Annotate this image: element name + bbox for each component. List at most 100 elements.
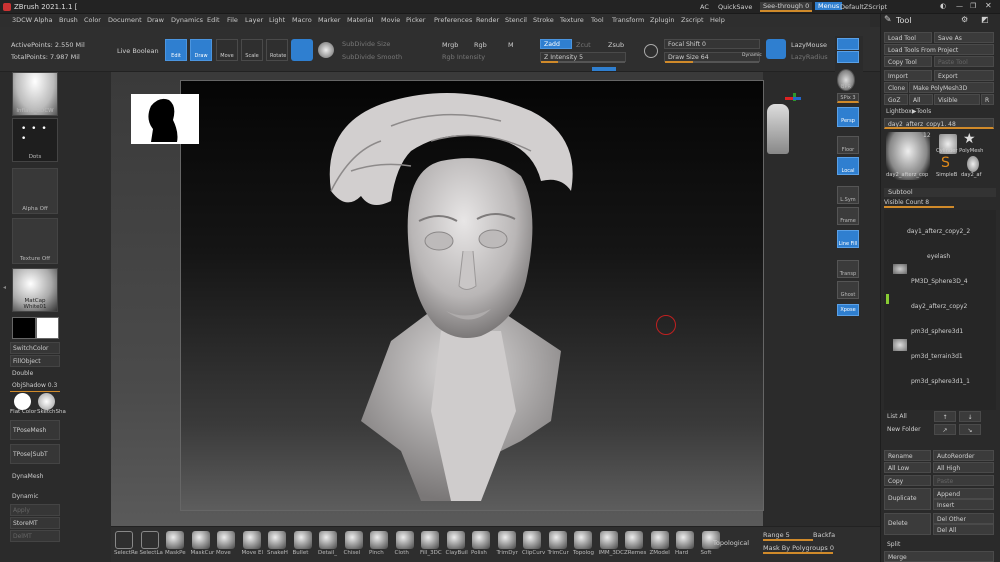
copy-tool-button[interactable]: Copy Tool bbox=[884, 56, 932, 67]
actual-button[interactable] bbox=[837, 38, 859, 50]
brush-thumbnail[interactable]: Inflate_3DCW bbox=[12, 72, 58, 116]
objshadow-slider[interactable]: ObjShadow 0.3 bbox=[10, 380, 60, 392]
menu-document[interactable]: Document bbox=[108, 16, 142, 24]
subtool-item-1[interactable]: eyelash bbox=[927, 253, 950, 260]
document-canvas[interactable] bbox=[180, 80, 764, 511]
move-up-icon[interactable]: ↑ bbox=[934, 411, 956, 422]
brush-icon-6[interactable] bbox=[268, 531, 286, 549]
brush-icon-8[interactable] bbox=[319, 531, 337, 549]
menu-transform[interactable]: Transform bbox=[612, 16, 644, 24]
menu-material[interactable]: Material bbox=[347, 16, 373, 24]
brush-icon-4[interactable] bbox=[217, 531, 235, 549]
zsub-button[interactable]: Zsub bbox=[608, 41, 624, 49]
menu-zplugin[interactable]: Zplugin bbox=[650, 16, 675, 24]
import-button[interactable]: Import bbox=[884, 70, 932, 81]
brush-icon-19[interactable] bbox=[599, 531, 618, 549]
gizmo-icon[interactable] bbox=[291, 39, 313, 61]
subtool-item-5[interactable]: pm3d_terrain3d1 bbox=[911, 353, 963, 360]
all-low-button[interactable]: All Low bbox=[884, 462, 931, 473]
mask-by-polygroups-slider[interactable]: Mask By Polygroups 0 bbox=[763, 544, 834, 554]
menu-dynamics[interactable]: Dynamics bbox=[171, 16, 203, 24]
lsym-button[interactable]: L.Sym bbox=[837, 186, 859, 204]
menu-edit[interactable]: Edit bbox=[207, 16, 220, 24]
menu-stroke[interactable]: Stroke bbox=[533, 16, 554, 24]
paste-button[interactable]: Paste bbox=[933, 475, 994, 486]
quicksave-button[interactable]: QuickSave bbox=[718, 3, 752, 11]
axis-gizmo-icon[interactable] bbox=[785, 93, 801, 105]
persp-button[interactable]: Persp bbox=[837, 107, 859, 127]
live-boolean-button[interactable]: Live Boolean bbox=[117, 47, 159, 55]
tpose-mesh-button[interactable]: TPoseMesh bbox=[10, 420, 60, 440]
menu-picker[interactable]: Picker bbox=[406, 16, 425, 24]
spix-slider[interactable]: SPix 3 bbox=[837, 93, 859, 103]
apply-button[interactable]: Apply bbox=[10, 504, 60, 516]
delete-button[interactable]: Delete bbox=[884, 513, 931, 535]
menu-movie[interactable]: Movie bbox=[381, 16, 400, 24]
make-polymesh-button[interactable]: Make PolyMesh3D bbox=[909, 82, 994, 93]
delmt-button[interactable]: DelMT bbox=[10, 530, 60, 542]
tpose-subt-button[interactable]: TPose|SubT bbox=[10, 444, 60, 464]
brush-icon-15[interactable] bbox=[497, 531, 516, 549]
all-button[interactable]: All bbox=[909, 94, 933, 105]
close-icon[interactable]: ✕ bbox=[985, 1, 992, 10]
menu-stencil[interactable]: Stencil bbox=[505, 16, 527, 24]
menu-marker[interactable]: Marker bbox=[318, 16, 340, 24]
left-collapse-arrow-icon[interactable]: ◂ bbox=[3, 284, 6, 291]
focal-shift-slider[interactable]: Focal Shift 0 bbox=[664, 39, 760, 49]
move-mode-button[interactable]: Move bbox=[216, 39, 238, 61]
local-button[interactable]: Local bbox=[837, 157, 859, 175]
brush-icon-12[interactable] bbox=[421, 531, 439, 549]
navigator-thumbnail[interactable] bbox=[131, 94, 199, 144]
brush-icon-18[interactable] bbox=[574, 531, 592, 549]
save-as-button[interactable]: Save As bbox=[934, 32, 994, 43]
aahalf-button[interactable] bbox=[837, 51, 859, 63]
rgb-button[interactable]: Rgb bbox=[474, 41, 487, 49]
brush-icon-20[interactable] bbox=[625, 531, 643, 549]
subtool-item-2[interactable]: PM3D_Sphere3D_4 bbox=[911, 278, 968, 285]
edit-button[interactable]: Edit bbox=[165, 39, 187, 61]
dynamesh-button[interactable]: DynaMesh bbox=[10, 471, 60, 483]
move-down-icon[interactable]: ↓ bbox=[959, 411, 981, 422]
alpha-thumbnail[interactable]: Alpha Off bbox=[12, 168, 58, 214]
menu-draw[interactable]: Draw bbox=[147, 16, 164, 24]
r-button[interactable]: R bbox=[981, 94, 994, 105]
draw-button[interactable]: Draw bbox=[190, 39, 212, 61]
new-folder-button[interactable]: New Folder bbox=[884, 424, 929, 435]
range-slider[interactable]: Range 5 bbox=[763, 531, 813, 541]
del-other-button[interactable]: Del Other bbox=[933, 513, 994, 524]
lightbox-tools-button[interactable]: Lightbox▶Tools bbox=[886, 108, 931, 115]
line-fill-button[interactable]: Line Fill bbox=[837, 230, 859, 248]
stroke-icon[interactable] bbox=[644, 44, 658, 58]
current-tool-slider[interactable]: day2_afterz_copy1. 48 bbox=[884, 118, 994, 129]
secondary-color-swatch[interactable] bbox=[36, 317, 59, 339]
subdivide-smooth-slider[interactable]: SubDivide Smooth bbox=[342, 53, 402, 61]
brush-icon-16[interactable] bbox=[523, 531, 541, 549]
minimize-icon[interactable]: — bbox=[956, 2, 963, 10]
shelf-scroll-indicator[interactable] bbox=[592, 67, 616, 71]
subtool-item-6[interactable]: pm3d_sphere3d1_1 bbox=[911, 378, 970, 385]
scale-mode-button[interactable]: Scale bbox=[241, 39, 263, 61]
stroke-thumbnail[interactable]: • • • • Dots bbox=[12, 118, 58, 162]
zcut-button[interactable]: Zcut bbox=[576, 41, 591, 49]
primary-color-swatch[interactable] bbox=[12, 317, 36, 339]
menu-preferences[interactable]: Preferences bbox=[434, 16, 472, 24]
m-button[interactable]: M bbox=[508, 41, 514, 49]
brush-icon-3[interactable] bbox=[191, 531, 210, 549]
lazymouse-icon[interactable] bbox=[766, 39, 786, 59]
menu-texture[interactable]: Texture bbox=[560, 16, 584, 24]
menu-help[interactable]: Help bbox=[710, 16, 725, 24]
lazymouse-button[interactable]: LazyMouse bbox=[791, 41, 827, 49]
subtool-header[interactable]: Subtool bbox=[884, 188, 996, 197]
visible-button[interactable]: Visible bbox=[934, 94, 980, 105]
lazyradius-slider[interactable]: LazyRadius bbox=[791, 53, 828, 61]
dynamic-toggle[interactable]: Dynamic bbox=[742, 53, 762, 58]
zadd-button[interactable]: Zadd bbox=[540, 39, 572, 49]
brush-icon-2[interactable] bbox=[166, 531, 184, 549]
del-all-button[interactable]: Del All bbox=[933, 524, 994, 535]
menu-file[interactable]: File bbox=[227, 16, 238, 24]
material-thumbnail[interactable]: MatCap White01 bbox=[12, 268, 58, 312]
double-toggle[interactable]: Double bbox=[10, 368, 60, 380]
brush-icon-7[interactable] bbox=[293, 531, 312, 549]
duplicate-button[interactable]: Duplicate bbox=[884, 488, 931, 510]
menu-light[interactable]: Light bbox=[269, 16, 285, 24]
